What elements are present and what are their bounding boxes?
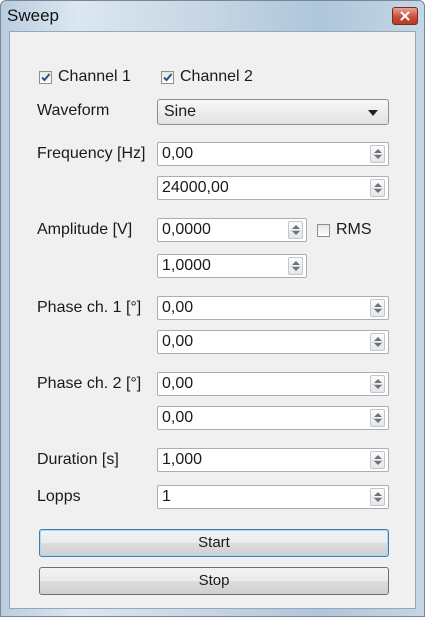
amplitude-start-input[interactable]: 0,0000 <box>157 218 307 242</box>
phase-ch2-end-spinner[interactable] <box>370 409 385 427</box>
phase-ch1-end-value: 0,00 <box>162 333 194 350</box>
phase-ch1-label: Phase ch. 1 [°] <box>37 299 142 316</box>
rms-checkbox[interactable]: RMS <box>317 220 372 240</box>
frequency-start-input[interactable]: 0,00 <box>157 142 389 166</box>
phase-ch2-end-input[interactable]: 0,00 <box>157 406 389 430</box>
waveform-select[interactable]: Sine <box>157 99 389 125</box>
phase-ch2-end-value: 0,00 <box>162 409 194 426</box>
channel-2-checkbox-box <box>161 70 174 84</box>
frequency-start-value: 0,00 <box>162 145 194 162</box>
phase-ch1-end-input[interactable]: 0,00 <box>157 330 389 354</box>
channel-1-checkbox-box <box>39 70 52 84</box>
duration-value: 1,000 <box>162 451 203 468</box>
amplitude-end-input[interactable]: 1,0000 <box>157 254 307 278</box>
phase-ch2-start-value: 0,00 <box>162 375 194 392</box>
frequency-end-spinner[interactable] <box>370 179 385 197</box>
phase-ch1-start-spinner[interactable] <box>370 299 385 317</box>
duration-label: Duration [s] <box>37 451 119 468</box>
frequency-label: Frequency [Hz] <box>37 145 146 162</box>
phase-ch1-start-input[interactable]: 0,00 <box>157 296 389 320</box>
close-button[interactable] <box>392 7 418 25</box>
dialog-client-area: Channel 1 Channel 2 Waveform Sine Freque… <box>9 31 416 609</box>
amplitude-label: Amplitude [V] <box>37 221 133 238</box>
frequency-start-spinner[interactable] <box>370 145 385 163</box>
rms-label: RMS <box>336 221 372 238</box>
channel-2-checkbox[interactable]: Channel 2 <box>161 67 253 87</box>
window-title: Sweep <box>7 6 59 25</box>
amplitude-start-value: 0,0000 <box>162 221 211 238</box>
waveform-selected-value: Sine <box>164 103 197 120</box>
amplitude-start-spinner[interactable] <box>288 221 303 239</box>
phase-ch2-start-spinner[interactable] <box>370 375 385 393</box>
phase-ch1-end-spinner[interactable] <box>370 333 385 351</box>
phase-ch2-label: Phase ch. 2 [°] <box>37 375 142 392</box>
loops-value: 1 <box>162 488 171 505</box>
channel-1-checkbox[interactable]: Channel 1 <box>39 67 131 87</box>
rms-checkbox-box <box>317 223 330 237</box>
frequency-end-value: 24000,00 <box>162 179 229 196</box>
phase-ch1-start-value: 0,00 <box>162 299 194 316</box>
stop-button[interactable]: Stop <box>39 567 389 595</box>
amplitude-end-spinner[interactable] <box>288 257 303 275</box>
amplitude-end-value: 1,0000 <box>162 257 211 274</box>
waveform-label: Waveform <box>37 102 110 119</box>
duration-input[interactable]: 1,000 <box>157 448 389 472</box>
chevron-down-icon <box>368 110 378 116</box>
check-icon <box>41 72 51 81</box>
start-button[interactable]: Start <box>39 529 389 557</box>
channel-2-label: Channel 2 <box>180 68 253 85</box>
close-icon <box>400 11 410 21</box>
loops-input[interactable]: 1 <box>157 485 389 509</box>
channel-1-label: Channel 1 <box>58 68 131 85</box>
phase-ch2-start-input[interactable]: 0,00 <box>157 372 389 396</box>
loops-spinner[interactable] <box>370 488 385 506</box>
check-icon <box>163 72 173 81</box>
duration-spinner[interactable] <box>370 451 385 469</box>
loops-label: Lopps <box>37 488 81 505</box>
frequency-end-input[interactable]: 24000,00 <box>157 176 389 200</box>
sweep-window: Sweep Channel 1 Channel 2 Waveform Sine … <box>0 0 425 617</box>
